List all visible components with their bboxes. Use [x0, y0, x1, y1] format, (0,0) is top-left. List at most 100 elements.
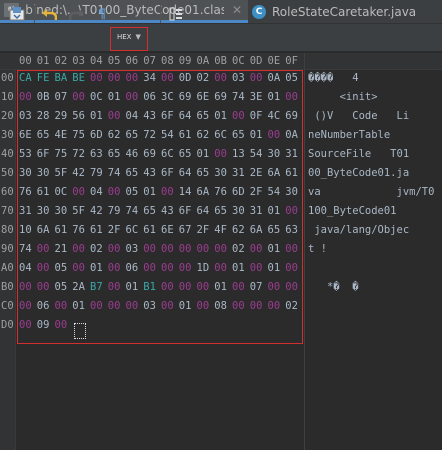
hex-byte[interactable]: CA	[19, 72, 33, 84]
hex-byte[interactable]: 00	[19, 281, 33, 293]
hex-byte[interactable]: 65	[143, 205, 157, 217]
hex-byte[interactable]: 53	[19, 148, 33, 160]
show-unprintables-icon[interactable]: ¶	[95, 5, 109, 23]
hex-byte[interactable]: 31	[285, 148, 299, 160]
hex-byte[interactable]: 0B	[37, 91, 51, 103]
hex-byte[interactable]: 65	[197, 110, 211, 122]
hex-byte[interactable]: 65	[108, 148, 122, 160]
hex-byte[interactable]: 61	[285, 167, 299, 179]
hex-byte[interactable]: 6F	[179, 205, 193, 217]
hex-byte[interactable]: 01	[232, 262, 246, 274]
hex-byte[interactable]: 00	[197, 281, 211, 293]
ascii-preview[interactable]: va jvm/T0	[308, 186, 434, 198]
hex-byte[interactable]: 0A	[268, 72, 282, 84]
hex-byte[interactable]: 00	[126, 72, 140, 84]
hex-byte[interactable]: 00	[108, 186, 122, 198]
hex-byte[interactable]: 76	[214, 186, 228, 198]
hex-byte[interactable]: 54	[161, 129, 175, 141]
hex-byte[interactable]: 00	[161, 262, 175, 274]
hex-byte[interactable]: 6D	[232, 186, 246, 198]
hex-byte[interactable]: 1D	[197, 262, 211, 274]
ascii-preview[interactable]: SourceFile T01	[308, 148, 409, 160]
close-icon[interactable]: ✕	[232, 3, 242, 17]
hex-byte[interactable]: 3E	[250, 91, 264, 103]
hex-byte[interactable]: 00	[19, 319, 33, 331]
hex-byte[interactable]: 06	[37, 300, 51, 312]
hex-byte[interactable]: 0A	[285, 129, 299, 141]
hex-byte[interactable]: 6C	[161, 148, 175, 160]
hex-byte[interactable]: 29	[55, 110, 69, 122]
hex-byte[interactable]: 31	[19, 205, 33, 217]
hex-byte[interactable]: 01	[72, 300, 86, 312]
code-type-dropdown[interactable]: HEX ▼	[117, 33, 141, 41]
hex-byte[interactable]: 01	[197, 148, 211, 160]
hex-data-area[interactable]: 00 CA FE BA BE 00 00 00 34 00 0D 02 00 03 00 0A 05 ���� 4…	[0, 70, 442, 450]
hex-byte[interactable]: 01	[214, 281, 228, 293]
hex-byte[interactable]: 6A	[197, 186, 211, 198]
hex-byte[interactable]: 05	[126, 186, 140, 198]
hex-byte[interactable]: 46	[126, 148, 140, 160]
hex-byte[interactable]: 30	[268, 148, 282, 160]
hex-byte[interactable]: 30	[214, 167, 228, 179]
hex-byte[interactable]: 54	[250, 148, 264, 160]
hex-byte[interactable]: 00	[126, 300, 140, 312]
hex-byte[interactable]: 00	[161, 186, 175, 198]
hex-byte[interactable]: 00	[232, 281, 246, 293]
hex-byte[interactable]: 01	[108, 91, 122, 103]
hex-byte[interactable]: 61	[37, 186, 51, 198]
hex-byte[interactable]: 00	[214, 262, 228, 274]
hex-byte[interactable]: 34	[143, 72, 157, 84]
ascii-preview[interactable]: neNumberTable	[308, 129, 390, 141]
hex-byte[interactable]: 02	[90, 243, 104, 255]
hex-byte[interactable]: 74	[108, 167, 122, 179]
hex-byte[interactable]: 65	[179, 148, 193, 160]
hex-byte[interactable]: FE	[37, 72, 51, 84]
hex-byte[interactable]: 06	[143, 91, 157, 103]
hex-byte[interactable]: 01	[179, 300, 193, 312]
hex-byte[interactable]: 74	[19, 243, 33, 255]
hex-byte[interactable]: 28	[37, 110, 51, 122]
hex-byte[interactable]: 00	[179, 243, 193, 255]
hex-byte[interactable]: 31	[232, 167, 246, 179]
hex-byte[interactable]: 00	[250, 300, 264, 312]
hex-byte[interactable]: 01	[268, 91, 282, 103]
hex-byte[interactable]: 00	[250, 262, 264, 274]
hex-byte[interactable]: 00	[179, 281, 193, 293]
hex-byte[interactable]: 00	[197, 300, 211, 312]
hex-byte[interactable]: 01	[268, 243, 282, 255]
hex-byte[interactable]: 00	[72, 243, 86, 255]
ascii-preview[interactable]: <init>	[308, 91, 378, 103]
hex-byte[interactable]: 14	[179, 186, 193, 198]
hex-byte[interactable]: 4F	[214, 224, 228, 236]
hex-byte[interactable]: 30	[232, 205, 246, 217]
hex-byte[interactable]: 02	[285, 300, 299, 312]
hex-byte[interactable]: B7	[90, 281, 104, 293]
hex-byte[interactable]: 65	[268, 224, 282, 236]
hex-byte[interactable]: 00	[214, 148, 228, 160]
hex-byte[interactable]: 2A	[72, 281, 86, 293]
hex-byte[interactable]: 21	[55, 243, 69, 255]
hex-byte[interactable]: 05	[55, 262, 69, 274]
hex-byte[interactable]: 6A	[268, 167, 282, 179]
hex-byte[interactable]: 61	[55, 224, 69, 236]
hex-byte[interactable]: 76	[19, 186, 33, 198]
hex-byte[interactable]: 00	[108, 110, 122, 122]
hex-byte[interactable]: 13	[232, 148, 246, 160]
hex-byte[interactable]: 3C	[161, 91, 175, 103]
hex-byte[interactable]: 01	[90, 110, 104, 122]
hex-byte[interactable]: 01	[268, 262, 282, 274]
hex-byte[interactable]: 00	[37, 243, 51, 255]
hex-byte[interactable]: 65	[197, 167, 211, 179]
hex-byte[interactable]: 00	[179, 262, 193, 274]
hex-byte[interactable]: 30	[55, 205, 69, 217]
hex-byte[interactable]: 74	[232, 91, 246, 103]
hex-byte[interactable]: 00	[285, 281, 299, 293]
hex-byte[interactable]: 6D	[90, 129, 104, 141]
hex-byte[interactable]: 64	[179, 167, 193, 179]
hex-byte[interactable]: 5F	[72, 205, 86, 217]
hex-byte[interactable]: 61	[90, 224, 104, 236]
ascii-preview[interactable]: ���� 4	[308, 72, 359, 84]
hex-byte[interactable]: 00	[37, 262, 51, 274]
hex-byte[interactable]: 00	[108, 243, 122, 255]
hex-byte[interactable]: 43	[161, 205, 175, 217]
